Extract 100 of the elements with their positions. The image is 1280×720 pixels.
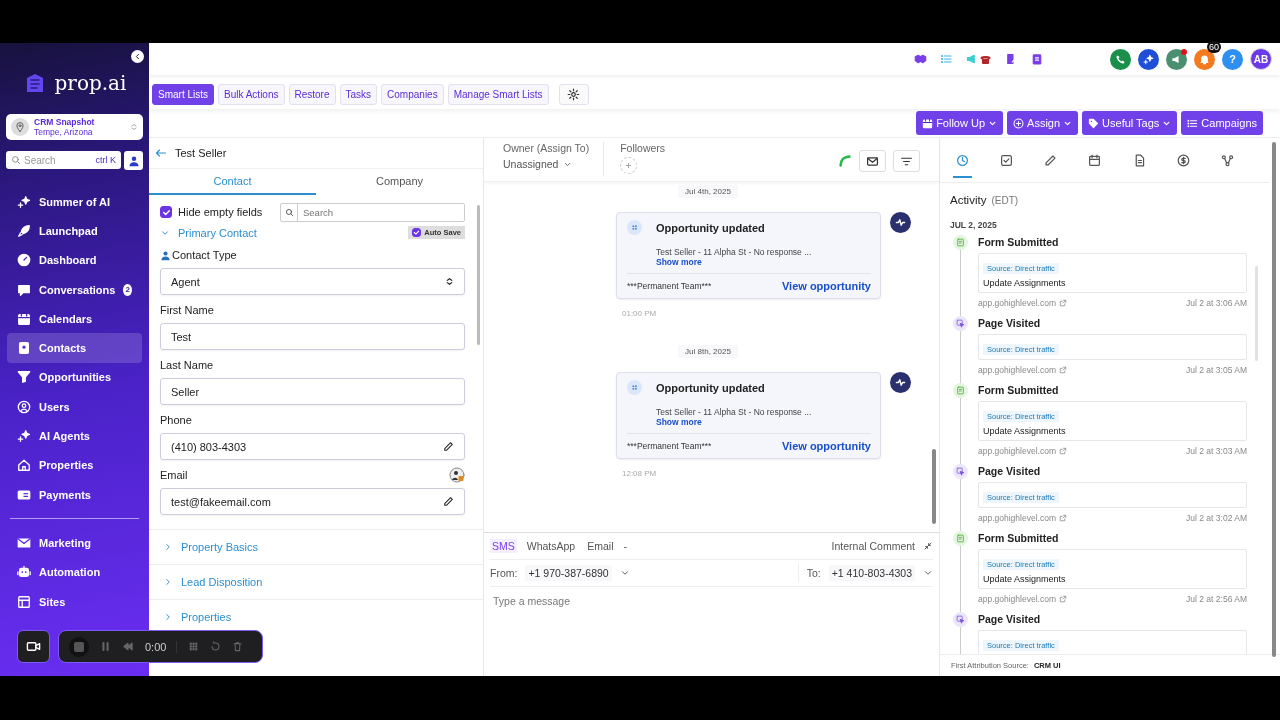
field-label: Last Name bbox=[160, 359, 214, 371]
nav-item[interactable]: Conversations 2 bbox=[7, 274, 142, 305]
show-more-link[interactable]: Show more bbox=[656, 257, 702, 267]
filter-button[interactable] bbox=[893, 150, 920, 172]
site-link[interactable]: app.gohighlevel.com bbox=[978, 513, 1056, 523]
nav-item[interactable]: Contacts bbox=[7, 333, 142, 363]
rocket-icon bbox=[17, 223, 31, 238]
internal-comment-tab[interactable]: Internal Comment bbox=[831, 540, 915, 552]
channel-tab[interactable]: WhatsApp bbox=[524, 539, 578, 553]
view-opportunity-link[interactable]: View opportunity bbox=[781, 440, 871, 452]
site-link[interactable]: app.gohighlevel.com bbox=[978, 594, 1056, 604]
nav-item[interactable]: Launchpad bbox=[7, 216, 142, 246]
user-avatar[interactable]: AB bbox=[1250, 48, 1272, 70]
nav-item[interactable]: Automation bbox=[7, 557, 142, 587]
nav-item[interactable]: Opportunities bbox=[7, 362, 142, 393]
toolbar-button[interactable]: Smart Lists bbox=[152, 83, 214, 105]
site-link[interactable]: app.gohighlevel.com bbox=[978, 446, 1056, 456]
section-toggle[interactable]: Primary Contact bbox=[160, 226, 257, 239]
action-button[interactable]: Useful Tags bbox=[1082, 111, 1178, 135]
event-title: Page Visited bbox=[978, 316, 1042, 331]
toolbar-button[interactable]: Manage Smart Lists bbox=[447, 83, 549, 105]
rewind-icon[interactable] bbox=[122, 641, 134, 652]
restart-icon[interactable] bbox=[210, 641, 222, 652]
contact-name: Test Seller bbox=[175, 147, 227, 159]
pause-icon[interactable] bbox=[100, 641, 111, 652]
trash-icon[interactable] bbox=[232, 641, 244, 652]
checkbox[interactable] bbox=[160, 206, 172, 218]
collapse-button[interactable] bbox=[131, 50, 144, 63]
ai-button[interactable] bbox=[1138, 48, 1159, 70]
stop-button[interactable] bbox=[69, 636, 89, 657]
site-link[interactable]: app.gohighlevel.com bbox=[978, 365, 1056, 375]
user-icon bbox=[17, 399, 31, 414]
event-detail: Update Assignments bbox=[983, 278, 1067, 288]
select-field[interactable]: Agent bbox=[160, 268, 465, 295]
checkbox[interactable] bbox=[412, 228, 422, 237]
back-button[interactable] bbox=[155, 147, 167, 159]
call-button[interactable] bbox=[1110, 48, 1131, 70]
owner-dropdown[interactable]: Unassigned bbox=[503, 158, 590, 170]
nav-item[interactable]: Users bbox=[7, 392, 142, 422]
site-link[interactable]: app.gohighlevel.com bbox=[978, 298, 1056, 308]
toolbar-button[interactable]: Restore bbox=[288, 83, 336, 105]
tag-icon bbox=[1088, 117, 1100, 129]
chevron-down-icon[interactable] bbox=[619, 568, 630, 578]
section-toggle[interactable]: Properties bbox=[163, 611, 232, 623]
to-number[interactable]: +1 410-803-4303 bbox=[828, 565, 915, 581]
clock-icon bbox=[956, 154, 969, 167]
external-link-icon bbox=[1059, 447, 1067, 455]
nav-item[interactable]: Sites bbox=[7, 586, 142, 617]
action-button[interactable]: Campaigns bbox=[1181, 111, 1263, 135]
search-field[interactable]: Search ctrl K bbox=[6, 151, 121, 169]
timestamp: Jul 2 at 3:03 AM bbox=[1186, 446, 1247, 456]
settings-button[interactable] bbox=[558, 83, 589, 105]
nav-item[interactable]: Properties bbox=[7, 450, 142, 480]
timestamp: Jul 2 at 3:02 AM bbox=[1186, 513, 1247, 523]
nav-item[interactable]: Summer of AI bbox=[7, 187, 142, 217]
section-toggle[interactable]: Lead Disposition bbox=[163, 576, 263, 588]
action-button[interactable]: Follow Up bbox=[916, 111, 1004, 135]
field-label: Email bbox=[160, 469, 188, 481]
form-icon bbox=[956, 386, 965, 395]
camera-button[interactable] bbox=[17, 630, 50, 663]
channel-tab[interactable]: Email bbox=[585, 539, 616, 553]
nav-item[interactable]: AI Agents bbox=[7, 421, 142, 451]
megaphone-icon bbox=[966, 53, 978, 65]
channel-tab[interactable]: SMS bbox=[490, 539, 517, 553]
tab[interactable]: Company bbox=[316, 169, 483, 195]
panel-title: Activity bbox=[950, 194, 987, 206]
view-opportunity-link[interactable]: View opportunity bbox=[781, 280, 871, 292]
input-field[interactable]: Test bbox=[160, 323, 465, 350]
toolbar-button[interactable]: Tasks bbox=[339, 83, 378, 105]
input-field[interactable]: (410) 803-4303 bbox=[160, 433, 465, 460]
person-icon bbox=[160, 249, 171, 261]
nav-item[interactable]: Calendars bbox=[7, 304, 142, 334]
announcement-button[interactable] bbox=[1166, 48, 1187, 70]
toolbar-button[interactable]: Bulk Actions bbox=[218, 83, 285, 105]
search-field[interactable]: Search bbox=[280, 202, 465, 222]
notifications-button[interactable] bbox=[1194, 48, 1215, 70]
collapse-icon[interactable] bbox=[923, 541, 933, 551]
account-name: CRM Snapshot bbox=[34, 117, 96, 127]
nav-item[interactable]: Marketing bbox=[7, 528, 142, 558]
input-field[interactable]: Seller bbox=[160, 378, 465, 405]
event-title: Form Submitted bbox=[978, 235, 1060, 250]
user-button[interactable] bbox=[124, 151, 143, 170]
plus-circle-icon bbox=[1013, 117, 1025, 129]
search-input[interactable]: Search bbox=[24, 154, 93, 166]
grid-icon[interactable] bbox=[188, 641, 200, 652]
toolbar-button[interactable]: Companies bbox=[381, 83, 444, 105]
action-button[interactable]: Assign bbox=[1007, 111, 1079, 135]
show-more-link[interactable]: Show more bbox=[656, 417, 702, 427]
input-field[interactable]: test@fakeemail.com bbox=[160, 488, 465, 515]
email-button[interactable] bbox=[859, 150, 886, 172]
sparkle-icon bbox=[1143, 53, 1154, 65]
from-number[interactable]: +1 970-387-6890 bbox=[525, 565, 612, 581]
checklist-icon bbox=[940, 53, 953, 65]
chevron-down-icon[interactable] bbox=[923, 568, 933, 578]
account-switcher[interactable]: CRM Snapshot Tempe, Arizona bbox=[6, 114, 143, 140]
section-toggle[interactable]: Property Basics bbox=[163, 541, 259, 553]
nav-item[interactable]: Payments bbox=[7, 479, 142, 510]
contact-card-icon bbox=[17, 341, 31, 356]
nav-item[interactable]: Dashboard bbox=[7, 245, 142, 275]
tab[interactable]: Contact bbox=[149, 169, 316, 195]
